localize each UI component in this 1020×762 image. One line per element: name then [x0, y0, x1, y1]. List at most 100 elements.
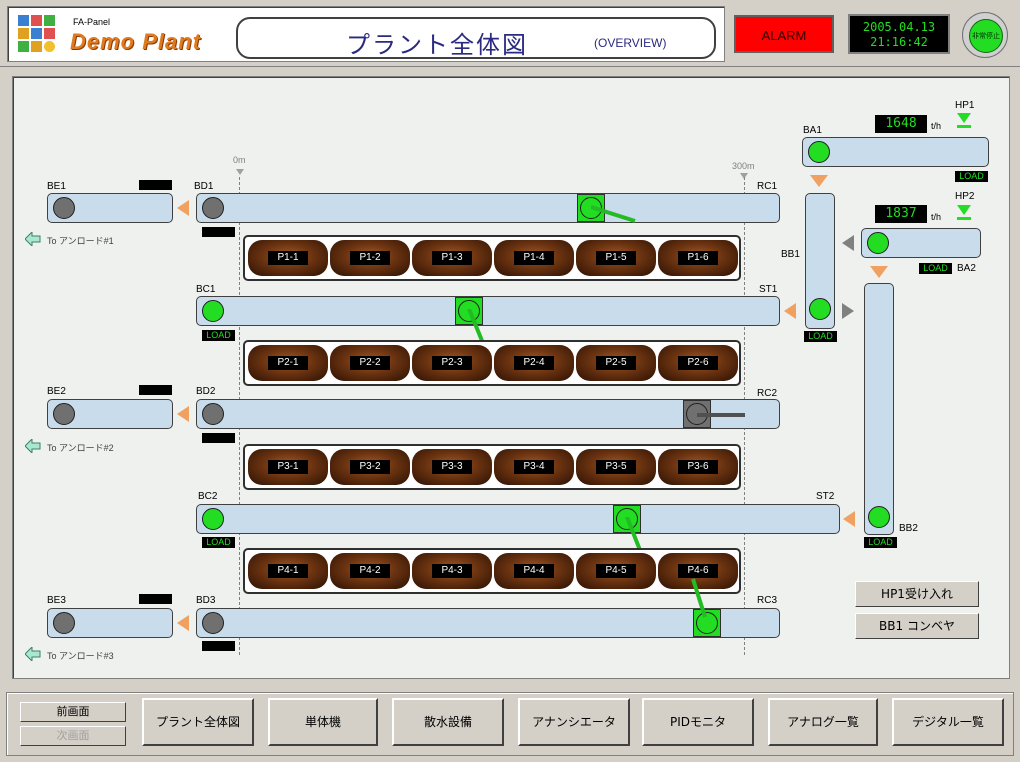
hopper-hp1-base [957, 125, 971, 128]
bb1-conveyor-button[interactable]: BB1 コンベヤ [855, 613, 979, 639]
scale-end-label: 300m [732, 161, 755, 171]
conveyor-bd1[interactable] [196, 193, 780, 223]
conveyor-ba1[interactable] [802, 137, 989, 167]
motor-be3-icon[interactable] [53, 612, 75, 634]
pile-label: P1-1 [268, 251, 308, 265]
pile-p2-2[interactable]: P2-2 [330, 345, 410, 381]
flow-meter-ba1: 1648 [875, 115, 927, 133]
pile-p2-3[interactable]: P2-3 [412, 345, 492, 381]
status-indicator-be3 [139, 594, 172, 604]
status-indicator-be2 [139, 385, 172, 395]
pile-label: P4-5 [596, 564, 636, 578]
flow-arrow-be3-icon [177, 615, 189, 631]
load-badge-bb1: LOAD [804, 331, 837, 342]
pile-p2-6[interactable]: P2-6 [658, 345, 738, 381]
nav-plant-overview-button[interactable]: プラント全体図 [142, 698, 254, 746]
load-badge-bc2: LOAD [202, 537, 235, 548]
pile-label: P4-2 [350, 564, 390, 578]
conveyor-label-bc1: BC1 [196, 284, 216, 295]
pile-p1-3[interactable]: P1-3 [412, 240, 492, 276]
pile-label: P1-4 [514, 251, 554, 265]
page-title: プラント全体図 [346, 31, 528, 59]
motor-bd3-icon[interactable] [202, 612, 224, 634]
page-subtitle: (OVERVIEW) [594, 36, 667, 50]
pile-p4-5[interactable]: P4-5 [576, 553, 656, 589]
reclaimer-rc2-boom [697, 413, 745, 417]
pile-p1-5[interactable]: P1-5 [576, 240, 656, 276]
hopper-label-hp2: HP2 [955, 191, 975, 202]
load-badge-bb2: LOAD [864, 537, 897, 548]
emergency-stop-button[interactable]: 非常停止 [962, 12, 1008, 58]
motor-bc1-icon[interactable] [202, 300, 224, 322]
pile-p4-3[interactable]: P4-3 [412, 553, 492, 589]
alarm-button[interactable]: ALARM [734, 15, 834, 53]
pile-p1-2[interactable]: P1-2 [330, 240, 410, 276]
conveyor-bb1[interactable] [805, 193, 835, 329]
flow-unit-ba2: t/h [931, 212, 942, 222]
conveyor-be1[interactable] [47, 193, 173, 223]
pile-p3-1[interactable]: P3-1 [248, 449, 328, 485]
motor-bc2-icon[interactable] [202, 508, 224, 530]
motor-be2-icon[interactable] [53, 403, 75, 425]
conveyor-bb2[interactable] [864, 283, 894, 535]
pile-p4-2[interactable]: P4-2 [330, 553, 410, 589]
pile-label: P2-1 [268, 356, 308, 370]
flow-arrow-ba1-icon [810, 175, 828, 187]
hopper-hp2-base [957, 217, 971, 220]
pile-p3-4[interactable]: P3-4 [494, 449, 574, 485]
conveyor-label-rc3: RC3 [757, 595, 778, 606]
conveyor-be3[interactable] [47, 608, 173, 638]
plant-overview-panel: 0m 300m BE1 To アンロード#1 BD1 RC1 P1-1 P1-2… [12, 76, 1010, 679]
nav-unit-machine-button[interactable]: 単体機 [268, 698, 378, 746]
pile-p4-1[interactable]: P4-1 [248, 553, 328, 589]
pile-p2-1[interactable]: P2-1 [248, 345, 328, 381]
prev-screen-button[interactable]: 前画面 [20, 702, 126, 722]
pile-p3-3[interactable]: P3-3 [412, 449, 492, 485]
pile-p1-6[interactable]: P1-6 [658, 240, 738, 276]
pile-p3-6[interactable]: P3-6 [658, 449, 738, 485]
pile-label: P1-2 [350, 251, 390, 265]
motor-ba1-icon[interactable] [808, 141, 830, 163]
hopper-hp1-icon[interactable] [957, 113, 971, 123]
motor-bb1-icon[interactable] [809, 298, 831, 320]
flow-arrow-be1-icon [177, 200, 189, 216]
hopper-hp2-icon[interactable] [957, 205, 971, 215]
pile-p2-5[interactable]: P2-5 [576, 345, 656, 381]
nav-pid-monitor-button[interactable]: PIDモニタ [642, 698, 754, 746]
status-indicator-be1 [139, 180, 172, 190]
pile-label: P4-4 [514, 564, 554, 578]
conveyor-ba2[interactable] [861, 228, 981, 258]
title-panel: FA-Panel Demo Plant プラント全体図 (OVERVIEW) [7, 6, 725, 62]
scale-start-marker-icon [236, 169, 244, 175]
nav-annunciator-button[interactable]: アナンシエータ [518, 698, 630, 746]
stockpile-row-2: P2-1 P2-2 P2-3 P2-4 P2-5 P2-6 [243, 340, 741, 386]
conveyor-label-ba2: BA2 [957, 263, 976, 274]
motor-bd2-icon[interactable] [202, 403, 224, 425]
motor-bb2-icon[interactable] [868, 506, 890, 528]
pile-p3-5[interactable]: P3-5 [576, 449, 656, 485]
pile-label: P1-5 [596, 251, 636, 265]
pile-p1-4[interactable]: P1-4 [494, 240, 574, 276]
motor-bd1-icon[interactable] [202, 197, 224, 219]
nav-digital-list-button[interactable]: デジタル一覧 [892, 698, 1004, 746]
conveyor-bc2[interactable] [196, 504, 840, 534]
pile-label: P4-3 [432, 564, 472, 578]
pile-p1-1[interactable]: P1-1 [248, 240, 328, 276]
flow-arrow-bb1-icon [842, 303, 854, 319]
next-screen-button[interactable]: 次画面 [20, 726, 126, 746]
pile-p3-2[interactable]: P3-2 [330, 449, 410, 485]
brand-name: Demo Plant [70, 29, 202, 54]
pile-p4-4[interactable]: P4-4 [494, 553, 574, 589]
flow-unit-ba1: t/h [931, 121, 942, 131]
hp1-receive-button[interactable]: HP1受け入れ [855, 581, 979, 607]
motor-be1-icon[interactable] [53, 197, 75, 219]
stockpile-row-4: P4-1 P4-2 P4-3 P4-4 P4-5 P4-6 [243, 548, 741, 594]
pile-label: P3-2 [350, 460, 390, 474]
pile-p2-4[interactable]: P2-4 [494, 345, 574, 381]
conveyor-be2[interactable] [47, 399, 173, 429]
conveyor-label-rc1: RC1 [757, 181, 778, 192]
nav-analog-list-button[interactable]: アナログ一覧 [768, 698, 878, 746]
conveyor-label-be2: BE2 [47, 386, 66, 397]
nav-sprinkler-button[interactable]: 散水設備 [392, 698, 504, 746]
motor-ba2-icon[interactable] [867, 232, 889, 254]
